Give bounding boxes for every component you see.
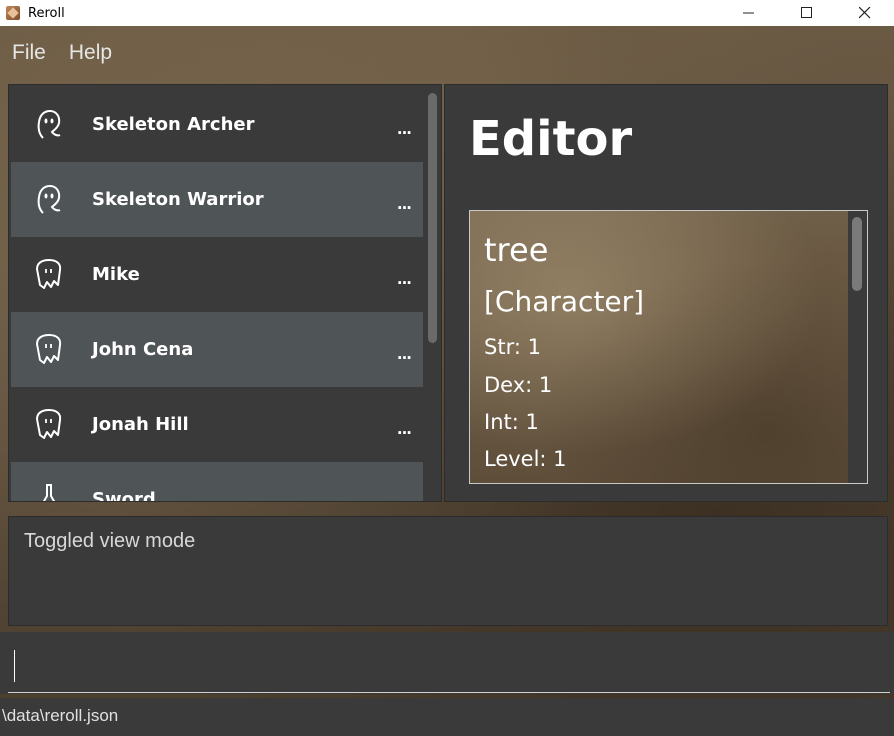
command-input[interactable] xyxy=(8,632,890,693)
stat-dex: Dex: 1 xyxy=(484,373,553,397)
result-text: Toggled view mode xyxy=(24,530,196,552)
monster-icon xyxy=(29,405,69,445)
window-controls xyxy=(720,0,894,26)
item-name: John Cena xyxy=(92,339,194,360)
status-bar: \data\reroll.json xyxy=(0,698,894,736)
maximize-icon xyxy=(801,7,812,18)
more-button[interactable]: ... xyxy=(397,345,412,363)
card-scrollbar[interactable] xyxy=(848,211,867,483)
entity-name: tree xyxy=(484,231,549,269)
more-button[interactable]: ... xyxy=(397,420,412,438)
list-item[interactable]: Jonah Hill ... xyxy=(11,387,423,462)
list-item[interactable]: Skeleton Warrior ... xyxy=(11,162,423,237)
list-scrollbar-thumb[interactable] xyxy=(428,93,437,343)
menu-bar: File Help xyxy=(0,32,894,74)
menu-help[interactable]: Help xyxy=(69,41,112,65)
text-caret xyxy=(14,650,15,682)
entity-card[interactable]: tree [Character] Str: 1 Dex: 1 Int: 1 Le… xyxy=(469,210,868,484)
menu-file[interactable]: File xyxy=(12,41,46,65)
maximize-button[interactable] xyxy=(778,0,836,26)
list-item[interactable]: Mike ... xyxy=(11,237,423,312)
monster-icon xyxy=(29,330,69,370)
stat-level: Level: 1 xyxy=(484,447,567,471)
more-button[interactable]: ... xyxy=(397,120,412,138)
list-item[interactable]: John Cena ... xyxy=(11,312,423,387)
list-item[interactable]: Sword xyxy=(11,462,423,502)
item-name: Skeleton Archer xyxy=(92,114,255,135)
entity-type: [Character] xyxy=(484,285,645,318)
stat-int: Int: 1 xyxy=(484,410,539,434)
entity-list[interactable]: Skeleton Archer ... Skeleton Warrior ...… xyxy=(8,84,442,502)
app-icon xyxy=(6,6,20,20)
item-name: Sword xyxy=(92,489,156,502)
minimize-icon xyxy=(743,12,754,14)
title-bar: Reroll xyxy=(0,0,894,26)
ghost-icon xyxy=(29,105,69,145)
item-name: Skeleton Warrior xyxy=(92,189,264,210)
more-button[interactable]: ... xyxy=(397,270,412,288)
editor-panel: Editor tree [Character] Str: 1 Dex: 1 In… xyxy=(444,84,888,502)
close-icon xyxy=(859,7,871,19)
close-button[interactable] xyxy=(836,0,894,26)
card-scrollbar-thumb[interactable] xyxy=(852,217,862,291)
item-name: Jonah Hill xyxy=(92,414,189,435)
command-box xyxy=(0,632,894,694)
stat-str: Str: 1 xyxy=(484,335,541,359)
item-name: Mike xyxy=(92,264,140,285)
window-title: Reroll xyxy=(28,5,65,21)
result-display: Toggled view mode xyxy=(8,516,888,626)
editor-title: Editor xyxy=(469,111,633,167)
minimize-button[interactable] xyxy=(720,0,778,26)
list-scrollbar[interactable] xyxy=(427,91,437,499)
save-location: \data\reroll.json xyxy=(2,706,119,725)
list-item[interactable]: Skeleton Archer ... xyxy=(11,87,423,162)
more-button[interactable]: ... xyxy=(397,195,412,213)
ghost-icon xyxy=(29,180,69,220)
potion-icon xyxy=(29,480,69,501)
monster-icon xyxy=(29,255,69,295)
